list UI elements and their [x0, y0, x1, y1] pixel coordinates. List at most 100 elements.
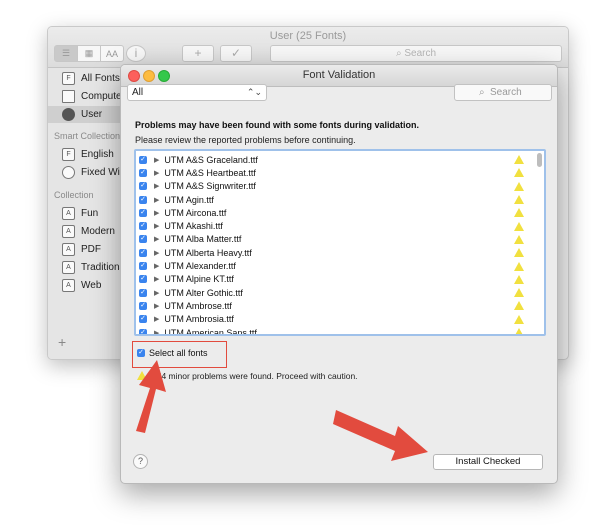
font-row[interactable]: ✓ ▶ UTM A&S Graceland.ttf — [136, 153, 528, 166]
warning-icon — [514, 195, 524, 205]
font-row[interactable]: ✓ ▶ UTM Alberta Heavy.ttf — [136, 246, 528, 259]
sidebar-item-traditional[interactable]: A Traditional — [48, 259, 128, 276]
info-icon: i — [134, 46, 138, 60]
info-button[interactable]: i — [126, 45, 146, 62]
sample-view-button[interactable]: AA — [101, 46, 123, 61]
disclosure-triangle-icon[interactable]: ▶ — [154, 315, 159, 323]
font-row[interactable]: ✓ ▶ UTM Alexander.ttf — [136, 259, 528, 272]
font-file-name: UTM A&S Heartbeat.ttf — [164, 167, 256, 178]
smart-collection-header: Smart Collection — [54, 131, 121, 141]
font-row-checkbox[interactable]: ✓ — [139, 182, 147, 191]
font-file-name: UTM Alter Gothic.ttf — [164, 287, 243, 298]
font-row[interactable]: ✓ ▶ UTM Alba Matter.ttf — [136, 233, 528, 246]
font-book-title: User (25 Fonts) — [269, 30, 347, 42]
collection-icon: A — [62, 225, 75, 238]
filter-popup[interactable]: All ⌃⌄ — [127, 84, 267, 101]
disclosure-triangle-icon[interactable]: ▶ — [154, 235, 159, 243]
font-file-name: UTM American Sans.ttf — [164, 327, 257, 336]
font-problem-list[interactable]: ✓ ▶ UTM A&S Graceland.ttf ✓ ▶ UTM A&S Heartbe… — [134, 149, 546, 336]
font-row-checkbox[interactable]: ✓ — [139, 328, 147, 334]
font-row-checkbox[interactable]: ✓ — [139, 168, 147, 177]
font-row[interactable]: ✓ ▶ UTM Alter Gothic.ttf — [136, 286, 528, 299]
warning-icon — [514, 288, 524, 298]
list-scrollbar[interactable] — [537, 153, 542, 167]
sidebar-item-computer[interactable]: Computer — [48, 88, 128, 105]
disclosure-triangle-icon[interactable]: ▶ — [154, 196, 159, 204]
font-row-checkbox[interactable]: ✓ — [139, 222, 147, 231]
font-file-name: UTM A&S Graceland.ttf — [164, 154, 258, 165]
font-row-checkbox[interactable]: ✓ — [139, 275, 147, 284]
sidebar-item-fixed-width[interactable]: Fixed Width — [48, 164, 128, 181]
disclosure-triangle-icon[interactable]: ▶ — [154, 302, 159, 310]
font-row[interactable]: ✓ ▶ UTM Alpine KT.ttf — [136, 273, 528, 286]
font-row[interactable]: ✓ ▶ UTM Aircona.ttf — [136, 206, 528, 219]
dialog-title: Font Validation — [302, 69, 376, 81]
font-row[interactable]: ✓ ▶ UTM Ambrose.ttf — [136, 299, 528, 312]
font-row-checkbox[interactable]: ✓ — [139, 288, 147, 297]
validate-button[interactable]: ✓ — [220, 45, 252, 62]
disclosure-triangle-icon[interactable]: ▶ — [154, 169, 159, 177]
font-book-sidebar: F All Fonts Computer User Smart Collectio… — [48, 68, 129, 359]
disclosure-triangle-icon[interactable]: ▶ — [154, 182, 159, 190]
font-row[interactable]: ✓ ▶ UTM A&S Heartbeat.ttf — [136, 166, 528, 179]
grid-view-button[interactable]: ▦ — [78, 46, 101, 61]
computer-icon — [62, 90, 75, 103]
font-row-checkbox[interactable]: ✓ — [139, 195, 147, 204]
font-row-checkbox[interactable]: ✓ — [139, 248, 147, 257]
sidebar-item-fun[interactable]: A Fun — [48, 205, 128, 222]
font-row-checkbox[interactable]: ✓ — [139, 208, 147, 217]
dialog-search-field[interactable]: ⌕ Search — [454, 84, 552, 101]
font-file-name: UTM Ambrose.ttf — [164, 300, 232, 311]
warning-icon — [514, 155, 524, 165]
font-file-name: UTM Alberta Heavy.ttf — [164, 247, 252, 258]
sidebar-item-label: PDF — [81, 244, 101, 255]
warning-icon — [137, 371, 147, 380]
install-checked-button[interactable]: Install Checked — [433, 454, 543, 470]
font-row-checkbox[interactable]: ✓ — [139, 301, 147, 310]
view-mode-control: ☰ ▦ AA — [54, 45, 124, 62]
disclosure-triangle-icon[interactable]: ▶ — [154, 222, 159, 230]
user-icon — [62, 108, 75, 121]
font-row[interactable]: ✓ ▶ UTM Ambrosia.ttf — [136, 313, 528, 326]
sidebar-item-modern[interactable]: A Modern — [48, 223, 128, 240]
disclosure-triangle-icon[interactable]: ▶ — [154, 209, 159, 217]
sidebar-item-label: All Fonts — [81, 73, 120, 84]
problems-subheading: Please review the reported problems befo… — [135, 135, 356, 145]
smart-collection-icon: F — [62, 148, 75, 161]
help-button[interactable]: ? — [133, 454, 148, 469]
disclosure-triangle-icon[interactable]: ▶ — [154, 249, 159, 257]
font-row-checkbox[interactable]: ✓ — [139, 155, 147, 164]
sidebar-item-label: User — [81, 109, 103, 120]
font-row-checkbox[interactable]: ✓ — [139, 315, 147, 324]
select-all-checkbox[interactable]: ✓ — [137, 349, 145, 357]
font-row[interactable]: ✓ ▶ UTM American Sans.ttf — [136, 326, 528, 336]
sidebar-item-english[interactable]: F English — [48, 146, 128, 163]
font-row-checkbox[interactable]: ✓ — [139, 262, 147, 271]
warning-icon — [514, 181, 524, 191]
disclosure-triangle-icon[interactable]: ▶ — [154, 289, 159, 297]
disclosure-triangle-icon[interactable]: ▶ — [154, 329, 159, 334]
font-row[interactable]: ✓ ▶ UTM Agin.ttf — [136, 193, 528, 206]
add-collection-button[interactable]: + — [58, 334, 66, 350]
disclosure-triangle-icon[interactable]: ▶ — [154, 275, 159, 283]
select-all-checkbox-row[interactable]: ✓ Select all fonts — [137, 348, 208, 358]
collection-header: Collection — [54, 190, 94, 200]
sidebar-item-pdf[interactable]: A PDF — [48, 241, 128, 258]
font-row[interactable]: ✓ ▶ UTM A&S Signwriter.ttf — [136, 180, 528, 193]
font-book-search-field[interactable]: ⌕ Search — [270, 45, 562, 62]
gear-icon — [62, 166, 75, 179]
list-view-button[interactable]: ☰ — [55, 46, 78, 61]
font-file-name: UTM Akashi.ttf — [164, 221, 223, 232]
list-icon: ☰ — [61, 48, 71, 58]
disclosure-triangle-icon[interactable]: ▶ — [154, 156, 159, 164]
add-font-button[interactable]: + — [182, 45, 214, 62]
font-row-checkbox[interactable]: ✓ — [139, 235, 147, 244]
collection-icon: A — [62, 261, 75, 274]
sample-text-icon: AA — [105, 48, 118, 59]
sidebar-item-all-fonts[interactable]: F All Fonts — [48, 70, 128, 87]
disclosure-triangle-icon[interactable]: ▶ — [154, 262, 159, 270]
sidebar-item-web[interactable]: A Web — [48, 277, 128, 294]
sidebar-item-user[interactable]: User — [48, 106, 128, 123]
font-row[interactable]: ✓ ▶ UTM Akashi.ttf — [136, 220, 528, 233]
plus-icon: + — [194, 46, 202, 60]
